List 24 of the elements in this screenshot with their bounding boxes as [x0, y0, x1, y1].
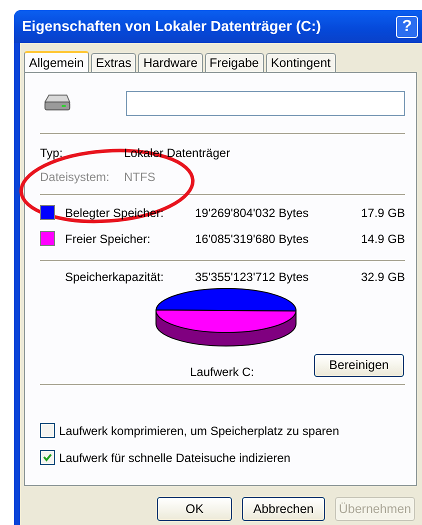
usage-label: Freier Speicher: — [65, 232, 152, 246]
window-title: Eigenschaften von Lokaler Datenträger (C:) — [22, 18, 322, 34]
tab[interactable]: Allgemein — [24, 51, 89, 73]
capacity-label: Speicherkapazität: — [65, 270, 165, 284]
tab[interactable]: Kontingent — [266, 53, 336, 72]
dialog-button[interactable]: Abbrechen — [242, 497, 325, 521]
info-label: Typ: — [40, 146, 64, 160]
checkbox-label: Laufwerk komprimieren, um Speicherplatz zu sparen — [59, 424, 340, 438]
checkbox-label: Laufwerk für schnelle Dateisuche indizieren — [59, 450, 290, 464]
cleanup-button[interactable]: Bereinigen — [314, 354, 404, 376]
usage-size: 14.9 GB — [360, 232, 405, 246]
capacity-size: 32.9 GB — [360, 270, 405, 284]
info-label: Dateisystem: — [40, 170, 110, 184]
help-button[interactable]: ? — [396, 16, 418, 38]
usage-size: 17.9 GB — [360, 206, 405, 220]
tab[interactable]: Extras — [90, 53, 136, 72]
usage-bytes: 16'085'319'680 Bytes — [195, 232, 310, 246]
usage-bytes: 19'269'804'032 Bytes — [195, 206, 310, 220]
drive-label: Laufwerk C: — [190, 365, 254, 379]
tab[interactable]: Freigabe — [204, 53, 264, 72]
info-value: NTFS — [124, 170, 156, 184]
capacity-bytes: 35'355'123'712 Bytes — [195, 270, 310, 284]
tab[interactable]: Hardware — [138, 53, 203, 72]
dialog-button[interactable]: OK — [157, 497, 232, 521]
